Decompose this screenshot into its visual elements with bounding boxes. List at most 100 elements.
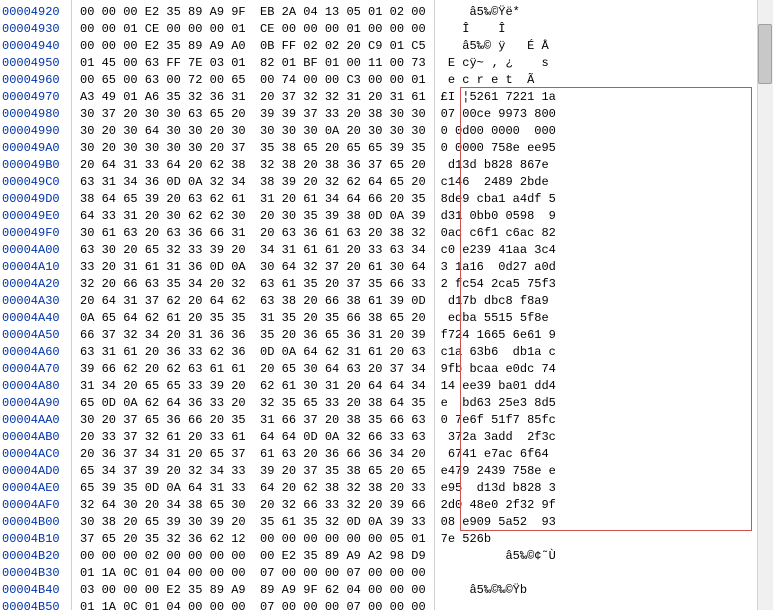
hex-cell[interactable]: 20 64 31 37 62 20 64 62 63 38 20 66 38 6… (80, 293, 426, 310)
hex-cell[interactable]: 32 20 66 63 35 34 20 32 63 61 35 20 37 3… (80, 276, 426, 293)
ascii-cell[interactable]: d13d b828 867e (441, 157, 767, 174)
hex-cell[interactable]: 20 36 37 34 31 20 65 37 61 63 20 36 66 3… (80, 446, 426, 463)
address-cell: 00004AD0 (2, 463, 67, 480)
hex-cell[interactable]: 00 65 00 63 00 72 00 65 00 74 00 00 C3 0… (80, 72, 426, 89)
ascii-cell[interactable]: 9fb bcaa e0dc 74 (441, 361, 767, 378)
address-cell: 000049C0 (2, 174, 67, 191)
ascii-cell[interactable]: edba 5515 5f8e (441, 310, 767, 327)
ascii-cell[interactable]: c1a 63b6 db1a c (441, 344, 767, 361)
hex-cell[interactable]: A3 49 01 A6 35 32 36 31 20 37 32 32 31 2… (80, 89, 426, 106)
ascii-cell[interactable]: e bd63 25e3 8d5 (441, 395, 767, 412)
hex-cell[interactable]: 30 20 30 30 30 30 20 37 35 38 65 20 65 6… (80, 140, 426, 157)
hex-cell[interactable]: 37 65 20 35 32 36 62 12 00 00 00 00 00 0… (80, 531, 426, 548)
hex-cell[interactable]: 65 39 35 0D 0A 64 31 33 64 20 62 38 32 3… (80, 480, 426, 497)
hex-cell[interactable]: 30 37 20 30 30 63 65 20 39 39 37 33 20 3… (80, 106, 426, 123)
hex-cell[interactable]: 30 20 30 64 30 30 20 30 30 30 30 0A 20 3… (80, 123, 426, 140)
ascii-cell[interactable]: d31 0bb0 0598 9 (441, 208, 767, 225)
ascii-cell[interactable]: 372a 3add 2f3c (441, 429, 767, 446)
address-cell: 00004980 (2, 106, 67, 123)
ascii-cell[interactable]: 7e 526b (441, 531, 767, 548)
hex-cell[interactable]: 64 33 31 20 30 62 62 30 20 30 35 39 38 0… (80, 208, 426, 225)
address-cell: 000049E0 (2, 208, 67, 225)
hex-cell[interactable]: 00 00 00 E2 35 89 A9 9F EB 2A 04 13 05 0… (80, 4, 426, 21)
ascii-cell[interactable] (441, 599, 767, 616)
address-cell: 000049A0 (2, 140, 67, 157)
hex-cell[interactable]: 01 1A 0C 01 04 00 00 00 07 00 00 00 07 0… (80, 565, 426, 582)
ascii-cell[interactable]: e c r e t Ã (441, 72, 767, 89)
hex-cell[interactable]: 00 00 00 02 00 00 00 00 00 E2 35 89 A9 A… (80, 548, 426, 565)
address-cell: 00004A50 (2, 327, 67, 344)
hex-cell[interactable]: 30 20 37 65 36 66 20 35 31 66 37 20 38 3… (80, 412, 426, 429)
hex-cell[interactable]: 00 00 01 CE 00 00 00 01 CE 00 00 00 01 0… (80, 21, 426, 38)
ascii-cell[interactable]: 0ac c6f1 c6ac 82 (441, 225, 767, 242)
hex-cell[interactable]: 38 64 65 39 20 63 62 61 31 20 61 34 64 6… (80, 191, 426, 208)
ascii-cell[interactable]: 0 0d00 0000 000 (441, 123, 767, 140)
hex-cell[interactable]: 00 00 00 E2 35 89 A9 A0 0B FF 02 02 20 C… (80, 38, 426, 55)
ascii-cell[interactable]: 8de9 cba1 a4df 5 (441, 191, 767, 208)
hex-cell[interactable]: 63 30 20 65 32 33 39 20 34 31 61 61 20 3… (80, 242, 426, 259)
address-cell: 00004AA0 (2, 412, 67, 429)
ascii-cell[interactable]: e479 2439 758e e (441, 463, 767, 480)
hex-cell[interactable]: 30 38 20 65 39 30 39 20 35 61 35 32 0D 0… (80, 514, 426, 531)
hex-cell[interactable]: 39 66 62 20 62 63 61 61 20 65 30 64 63 2… (80, 361, 426, 378)
address-cell: 00004AB0 (2, 429, 67, 446)
ascii-cell[interactable]: 0 0000 758e ee95 (441, 140, 767, 157)
address-cell: 000049F0 (2, 225, 67, 242)
ascii-cell[interactable]: 14 ee39 ba01 dd4 (441, 378, 767, 395)
ascii-cell[interactable]: â5‰©¢˜Ù (441, 548, 767, 565)
address-cell: 00004A10 (2, 259, 67, 276)
ascii-cell[interactable] (441, 565, 767, 582)
address-cell: 00004B10 (2, 531, 67, 548)
hex-cell[interactable]: 30 61 63 20 63 36 66 31 20 63 36 61 63 2… (80, 225, 426, 242)
address-cell: 00004960 (2, 72, 67, 89)
ascii-cell[interactable]: e95 d13d b828 3 (441, 480, 767, 497)
hex-cell[interactable]: 01 45 00 63 FF 7E 03 01 82 01 BF 01 00 1… (80, 55, 426, 72)
address-cell: 000049B0 (2, 157, 67, 174)
address-cell: 00004B40 (2, 582, 67, 599)
hex-cell[interactable]: 20 64 31 33 64 20 62 38 32 38 20 38 36 3… (80, 157, 426, 174)
ascii-cell[interactable]: 2d0 48e0 2f32 9f (441, 497, 767, 514)
ascii-cell[interactable]: â5‰© ÿ É Å (441, 38, 767, 55)
address-cell: 00004A90 (2, 395, 67, 412)
scrollbar-thumb[interactable] (758, 24, 772, 84)
ascii-cell[interactable]: E cÿ~ ‚ ¿ s (441, 55, 767, 72)
ascii-cell[interactable]: 07 00ce 9973 800 (441, 106, 767, 123)
ascii-cell[interactable]: 6741 e7ac 6f64 (441, 446, 767, 463)
hex-viewer: 0000492000004930000049400000495000004960… (0, 0, 773, 610)
ascii-cell[interactable]: 2 fc54 2ca5 75f3 (441, 276, 767, 293)
address-cell: 00004920 (2, 4, 67, 21)
ascii-cell[interactable]: â5‰©Ÿë* (441, 4, 767, 21)
vertical-scrollbar[interactable] (757, 0, 773, 610)
hex-cell[interactable]: 63 31 61 20 36 33 62 36 0D 0A 64 62 31 6… (80, 344, 426, 361)
ascii-cell[interactable]: 0 7e6f 51f7 85fc (441, 412, 767, 429)
hex-cell[interactable]: 33 20 31 61 31 36 0D 0A 30 64 32 37 20 6… (80, 259, 426, 276)
address-cell: 00004B20 (2, 548, 67, 565)
hex-cell[interactable]: 32 64 30 20 34 38 65 30 20 32 66 33 32 2… (80, 497, 426, 514)
ascii-cell[interactable]: c146 2489 2bde (441, 174, 767, 191)
address-cell: 00004A20 (2, 276, 67, 293)
ascii-cell[interactable]: f724 1665 6e61 9 (441, 327, 767, 344)
address-cell: 00004A00 (2, 242, 67, 259)
address-cell: 00004A70 (2, 361, 67, 378)
ascii-cell[interactable]: d17b dbc8 f8a9 (441, 293, 767, 310)
hex-cell[interactable]: 01 1A 0C 01 04 00 00 00 07 00 00 00 07 0… (80, 599, 426, 616)
address-cell: 00004940 (2, 38, 67, 55)
hex-cell[interactable]: 65 0D 0A 62 64 36 33 20 32 35 65 33 20 3… (80, 395, 426, 412)
address-cell: 00004A60 (2, 344, 67, 361)
ascii-cell[interactable]: 08 e909 5a52 93 (441, 514, 767, 531)
hex-cell[interactable]: 63 31 34 36 0D 0A 32 34 38 39 20 32 62 6… (80, 174, 426, 191)
ascii-cell[interactable]: Î Î (441, 21, 767, 38)
ascii-cell[interactable]: c0 e239 41aa 3c4 (441, 242, 767, 259)
hex-cell[interactable]: 20 33 37 32 61 20 33 61 64 64 0D 0A 32 6… (80, 429, 426, 446)
hex-cell[interactable]: 65 34 37 39 20 32 34 33 39 20 37 35 38 6… (80, 463, 426, 480)
ascii-cell[interactable]: £I ¦5261 7221 1a (441, 89, 767, 106)
address-cell: 00004A80 (2, 378, 67, 395)
address-cell: 00004950 (2, 55, 67, 72)
hex-cell[interactable]: 66 37 32 34 20 31 36 36 35 20 36 65 36 3… (80, 327, 426, 344)
address-cell: 00004A40 (2, 310, 67, 327)
ascii-cell[interactable]: â5‰©‰©Ÿb (441, 582, 767, 599)
ascii-cell[interactable]: 3 1a16 0d27 a0d (441, 259, 767, 276)
hex-cell[interactable]: 0A 65 64 62 61 20 35 35 31 35 20 35 66 3… (80, 310, 426, 327)
hex-cell[interactable]: 03 00 00 00 E2 35 89 A9 89 A9 9F 62 04 0… (80, 582, 426, 599)
hex-cell[interactable]: 31 34 20 65 65 33 39 20 62 61 30 31 20 6… (80, 378, 426, 395)
